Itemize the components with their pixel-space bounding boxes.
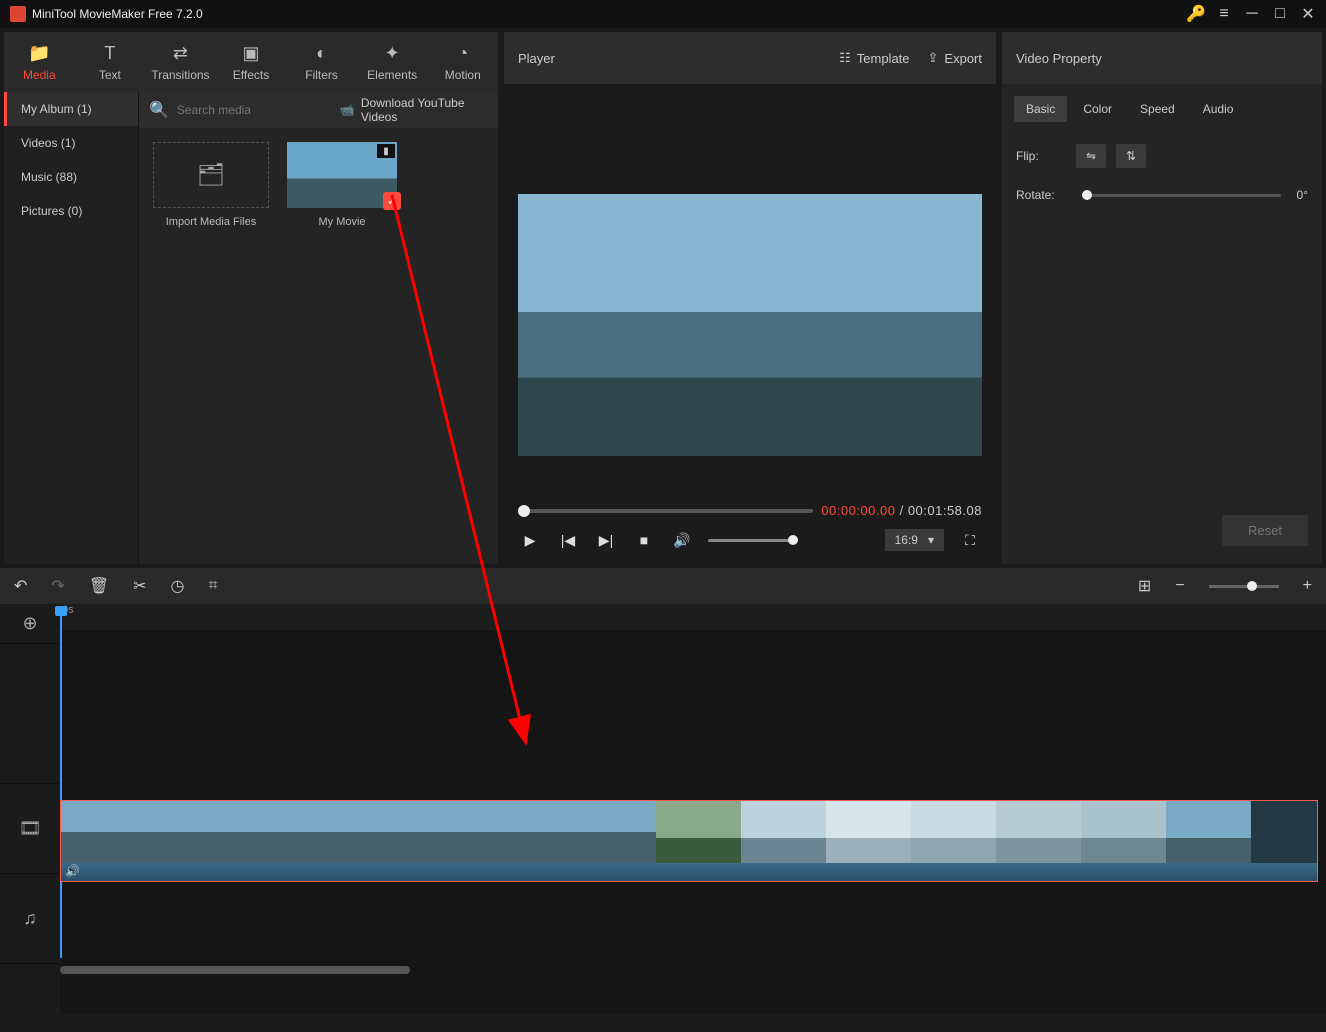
flip-label: Flip: [1016, 149, 1066, 163]
export-button[interactable]: ⇪Export [928, 50, 982, 66]
minimize-button[interactable]: ─ [1238, 0, 1266, 28]
timecode: 00:00:00.00 / 00:01:58.08 [821, 503, 982, 518]
split-button[interactable]: ✂ [133, 576, 146, 596]
template-icon: ☷ [839, 50, 851, 66]
rotate-slider[interactable] [1082, 194, 1281, 197]
tab-motion[interactable]: ◔Motion [427, 32, 498, 92]
transitions-icon: ⇄ [173, 43, 188, 64]
zoom-in-button[interactable]: + [1303, 577, 1312, 595]
speed-button[interactable]: ◷ [171, 576, 185, 596]
timeline-playhead[interactable] [60, 608, 62, 958]
download-youtube-link[interactable]: 📹Download YouTube Videos [340, 96, 488, 124]
timeline-ruler[interactable]: 0s [60, 604, 1326, 630]
elements-icon: ✦ [385, 43, 400, 64]
media-sidebar: My Album (1) Videos (1) Music (88) Pictu… [4, 92, 139, 564]
camera-icon: 📹 [340, 103, 355, 117]
next-frame-button[interactable]: ▶| [594, 528, 618, 552]
tab-transitions[interactable]: ⇄Transitions [145, 32, 216, 92]
search-row: 🔍 📹Download YouTube Videos [139, 92, 498, 128]
filters-icon: ◐ [316, 43, 327, 64]
property-panel: Video Property Basic Color Speed Audio F… [1002, 32, 1322, 564]
add-track-button[interactable]: ⊕ [0, 604, 60, 644]
zoom-out-button[interactable]: − [1175, 577, 1184, 595]
folder-open-icon: 🗂 [197, 162, 225, 188]
timeline[interactable]: ⊕ 🎞 ♫ 0s 🔊 [0, 604, 1326, 1014]
prop-tab-color[interactable]: Color [1071, 96, 1124, 122]
timeline-toolbar: ↶ ↷ 🗑 ✂ ◷ ⌗ ⊞ − + [0, 568, 1326, 604]
play-button[interactable]: ▶ [518, 528, 542, 552]
volume-slider[interactable] [708, 539, 798, 542]
redo-button[interactable]: ↷ [51, 576, 64, 596]
tab-text[interactable]: TText [75, 32, 146, 92]
sidebar-item-myalbum[interactable]: My Album (1) [4, 92, 138, 126]
import-label: Import Media Files [166, 216, 256, 228]
tab-elements[interactable]: ✦Elements [357, 32, 428, 92]
audio-track-icon: ♫ [0, 874, 60, 964]
import-media-button[interactable]: 🗂 Import Media Files [153, 142, 269, 228]
prop-tab-audio[interactable]: Audio [1191, 96, 1246, 122]
prop-tab-basic[interactable]: Basic [1014, 96, 1067, 122]
fullscreen-button[interactable]: ⛶ [958, 528, 982, 552]
motion-icon: ◔ [457, 43, 468, 64]
main-tabs: 📁Media TText ⇄Transitions ▣Effects ◐Filt… [4, 32, 498, 92]
flip-horizontal-button[interactable]: ⇋ [1076, 144, 1106, 168]
app-logo-icon [10, 6, 26, 22]
zoom-slider[interactable] [1209, 585, 1279, 588]
sidebar-item-music[interactable]: Music (88) [4, 160, 138, 194]
volume-icon[interactable]: 🔊 [670, 528, 694, 552]
app-title: MiniTool MovieMaker Free 7.2.0 [32, 7, 1182, 21]
search-icon: 🔍 [149, 100, 169, 120]
maximize-button[interactable]: □ [1266, 0, 1294, 28]
player-preview[interactable] [518, 194, 982, 456]
prop-tab-speed[interactable]: Speed [1128, 96, 1187, 122]
media-thumbnails: 🗂 Import Media Files ▮ ✓ My Movie [139, 128, 498, 564]
fit-button[interactable]: ⊞ [1138, 576, 1151, 596]
video-clip[interactable]: 🔊 [60, 800, 1318, 882]
sidebar-item-videos[interactable]: Videos (1) [4, 126, 138, 160]
tab-filters[interactable]: ◐Filters [286, 32, 357, 92]
stop-button[interactable]: ■ [632, 528, 656, 552]
thumb-label: My Movie [318, 216, 365, 228]
aspect-dropdown[interactable]: 16:9▾ [885, 529, 944, 551]
tab-effects[interactable]: ▣Effects [216, 32, 287, 92]
crop-button[interactable]: ⌗ [209, 577, 218, 595]
delete-button[interactable]: 🗑 [89, 576, 109, 596]
chevron-down-icon: ▾ [928, 533, 934, 547]
flip-vertical-button[interactable]: ⇅ [1116, 144, 1146, 168]
player-panel: Player ☷Template ⇪Export 00:00:00.00 / 0… [504, 32, 996, 564]
undo-button[interactable]: ↶ [14, 576, 27, 596]
player-title: Player [518, 51, 821, 66]
property-title: Video Property [1002, 32, 1322, 84]
timeline-scrollbar[interactable] [60, 966, 410, 974]
rotate-label: Rotate: [1016, 188, 1066, 202]
reset-button[interactable]: Reset [1222, 515, 1308, 546]
prev-frame-button[interactable]: |◀ [556, 528, 580, 552]
effects-icon: ▣ [243, 43, 260, 64]
progress-slider[interactable] [518, 509, 813, 513]
search-input[interactable] [177, 103, 332, 117]
text-icon: T [104, 43, 115, 64]
template-button[interactable]: ☷Template [839, 50, 909, 66]
folder-icon: 📁 [28, 43, 50, 64]
menu-icon[interactable]: ≡ [1210, 0, 1238, 28]
rotate-value: 0° [1297, 188, 1308, 202]
tab-media[interactable]: 📁Media [4, 32, 75, 92]
media-thumb-mymovie[interactable]: ▮ ✓ My Movie [287, 142, 397, 228]
clip-audio-waveform: 🔊 [61, 863, 1317, 881]
sidebar-item-pictures[interactable]: Pictures (0) [4, 194, 138, 228]
video-badge-icon: ▮ [377, 144, 395, 158]
export-icon: ⇪ [928, 50, 939, 66]
key-icon[interactable]: 🔑 [1182, 0, 1210, 28]
speaker-icon: 🔊 [65, 864, 80, 878]
close-button[interactable]: ✕ [1294, 0, 1322, 28]
video-track-icon: 🎞 [0, 784, 60, 874]
check-icon: ✓ [383, 192, 401, 210]
media-panel: 📁Media TText ⇄Transitions ▣Effects ◐Filt… [4, 32, 498, 564]
title-bar: MiniTool MovieMaker Free 7.2.0 🔑 ≡ ─ □ ✕ [0, 0, 1326, 28]
